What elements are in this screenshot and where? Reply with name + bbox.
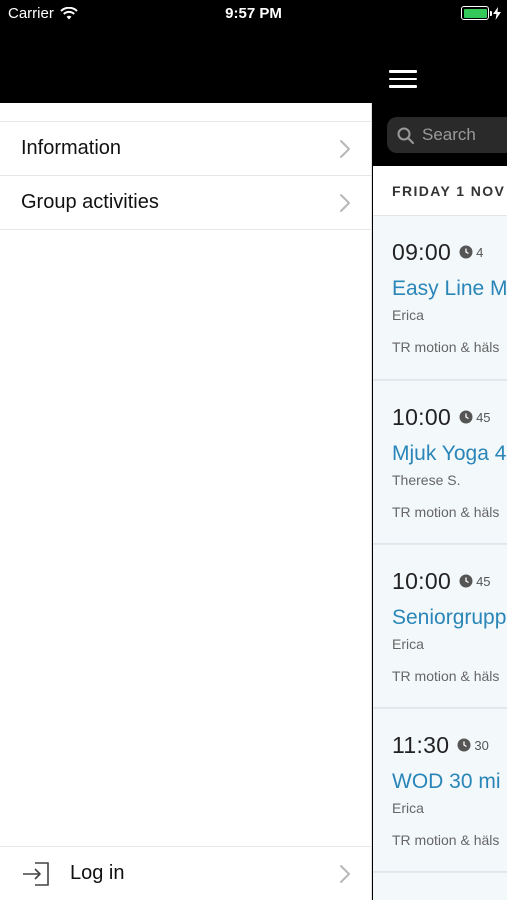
session-duration: 45 (459, 573, 491, 589)
login-label: Log in (70, 862, 125, 884)
login-icon (23, 861, 49, 886)
session-title[interactable]: Easy Line M (392, 277, 507, 301)
session-location: TR motion & häls (392, 668, 500, 684)
session-time-row: 10:00 45 (392, 567, 507, 595)
session-title[interactable]: Mjuk Yoga 4 (392, 442, 507, 466)
login-button[interactable]: Log in (0, 846, 371, 900)
session-duration: 4 (459, 245, 483, 260)
search-icon (397, 127, 414, 144)
search-input[interactable]: Search (387, 117, 507, 153)
session-time-row: 10:00 45 (392, 403, 507, 431)
session-list: 09:00 4 Easy Line M Erica TR motion & hä… (373, 216, 507, 900)
session-time: 09:00 (392, 238, 452, 265)
chevron-right-icon (340, 139, 350, 158)
drawer-item-label: Group activities (21, 191, 159, 213)
session-instructor: Erica (392, 307, 424, 323)
app-screen: Carrier 9:57 PM Search FRIDAY 1 NOV 09:0… (0, 0, 507, 900)
session-card[interactable]: 11:30 30 WOD 30 mi Erica TR motion & häl… (373, 708, 507, 872)
session-card[interactable]: 10:00 45 Mjuk Yoga 4 Therese S. TR motio… (373, 380, 507, 544)
session-card[interactable]: 09:00 4 Easy Line M Erica TR motion & hä… (373, 216, 507, 380)
session-location: TR motion & häls (392, 832, 500, 848)
session-duration-value: 4 (476, 244, 484, 260)
session-card-partial[interactable] (373, 872, 507, 900)
drawer-item-group-activities[interactable]: Group activities (0, 176, 371, 230)
drawer-item-label: Information (21, 137, 122, 159)
session-time-row: 09:00 4 (392, 238, 507, 266)
session-duration: 30 (457, 737, 489, 753)
session-instructor: Therese S. (392, 472, 461, 488)
clock-icon (457, 738, 471, 752)
carrier-label: Carrier (8, 5, 54, 22)
session-time: 11:30 (392, 731, 450, 758)
session-instructor: Erica (392, 636, 424, 652)
clock-icon (459, 410, 473, 424)
clock-icon (459, 245, 473, 259)
session-duration-value: 45 (476, 573, 491, 589)
session-card[interactable]: 10:00 45 Seniorgrupp Erica TR motion & h… (373, 544, 507, 708)
session-title[interactable]: Seniorgrupp (392, 606, 507, 630)
menu-line (389, 85, 417, 88)
day-header: FRIDAY 1 NOV (373, 166, 507, 216)
session-duration: 45 (459, 409, 491, 425)
session-duration-value: 30 (474, 737, 489, 753)
clock-icon (459, 574, 473, 588)
session-duration-value: 45 (476, 409, 491, 425)
drawer-item-information[interactable]: Information (0, 122, 371, 176)
session-location: TR motion & häls (392, 339, 500, 355)
menu-line (389, 77, 417, 80)
session-location: TR motion & häls (392, 504, 500, 520)
session-time-row: 11:30 30 (392, 731, 507, 759)
menu-line (389, 70, 417, 73)
main-content: Search FRIDAY 1 NOV 09:00 4 Easy Line M … (373, 0, 507, 900)
main-header: Search (373, 28, 507, 166)
status-left: Carrier (8, 5, 78, 22)
chevron-right-icon (340, 864, 350, 883)
session-title[interactable]: WOD 30 mi (392, 770, 507, 794)
drawer-menu: Information Group activities (0, 121, 371, 230)
session-time: 10:00 (392, 403, 452, 430)
wifi-icon (60, 7, 78, 20)
chevron-right-icon (340, 193, 350, 212)
session-time: 10:00 (392, 567, 452, 594)
search-placeholder: Search (422, 125, 476, 144)
session-instructor: Erica (392, 800, 424, 816)
menu-button[interactable] (389, 70, 417, 88)
navigation-drawer: Information Group activities Log in (0, 103, 372, 900)
